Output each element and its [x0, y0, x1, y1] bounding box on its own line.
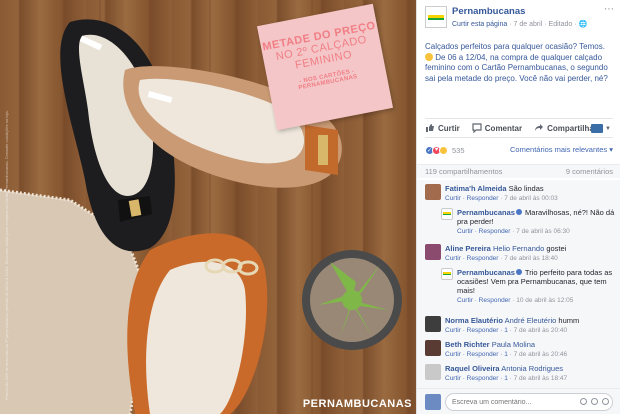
- post-text-part2: De 06 a 12/04, na compra de qualquer cal…: [425, 52, 608, 83]
- comment-label: Comentar: [484, 123, 523, 133]
- promo-disclaimer: Promoção 50% de desconto na 2ª peça váli…: [4, 110, 9, 400]
- comment-actions[interactable]: Curtir · Responder: [457, 297, 510, 304]
- avatar[interactable]: [441, 268, 453, 280]
- comment-text: São lindas: [508, 184, 544, 193]
- commenter-name[interactable]: Aline Pereira: [445, 244, 491, 253]
- post-meta: Curtir esta página · 7 de abril · Editad…: [452, 21, 588, 28]
- post-text-part1: Calçados perfeitos para qualquer ocasião…: [425, 42, 605, 51]
- comment-actions[interactable]: Curtir · Responder · 1: [445, 375, 508, 382]
- verified-badge-icon: [515, 269, 522, 275]
- tagged-user[interactable]: Helio Fernando: [493, 244, 544, 253]
- comment-time[interactable]: 7 de abril às 18:47: [514, 375, 567, 382]
- more-options-icon[interactable]: ⋯: [604, 4, 614, 15]
- share-button[interactable]: Compartilhar: [534, 123, 597, 133]
- brand-watermark: PERNAMBUCANAS: [302, 398, 412, 410]
- tagged-user[interactable]: Paula Molina: [492, 340, 535, 349]
- post-header: Pernambucanas Curtir esta página · 7 de …: [417, 0, 620, 34]
- comments-list: Fatima'h Almeida São lindas Curtir · Res…: [417, 180, 620, 414]
- comment-time[interactable]: 7 de abril às 18:40: [504, 255, 557, 262]
- current-user-avatar: [425, 394, 441, 410]
- comment-text: gostei: [546, 244, 567, 253]
- like-button[interactable]: Curtir: [425, 123, 460, 133]
- comment-actions[interactable]: Curtir · Responder: [457, 228, 510, 235]
- comment-actions[interactable]: Curtir · Responder · 1: [445, 351, 508, 358]
- succulent-plant: [302, 250, 402, 350]
- comment-time[interactable]: 7 de abril às 06:30: [516, 228, 569, 235]
- wow-reaction-icon: [439, 145, 448, 155]
- commenter-name[interactable]: Beth Richter: [445, 340, 490, 349]
- comment-actions[interactable]: Curtir · Responder · 1: [445, 327, 508, 334]
- emoji-icon[interactable]: [580, 398, 587, 405]
- tagged-user[interactable]: André Eleutério: [505, 316, 557, 325]
- share-icon: [535, 124, 544, 131]
- comment-time[interactable]: 7 de abril às 20:46: [514, 351, 567, 358]
- comment-time[interactable]: 7 de abril às 00:03: [504, 195, 557, 202]
- orange-flat-shoe: [127, 233, 268, 414]
- camera-icon[interactable]: [591, 398, 598, 405]
- avatar[interactable]: [425, 340, 441, 356]
- globe-icon: 🌐: [578, 21, 588, 28]
- comment-icon: [472, 123, 482, 133]
- post-panel: Pernambucanas Curtir esta página · 7 de …: [416, 0, 620, 414]
- shares-count[interactable]: 119 compartilhamentos: [425, 167, 502, 176]
- edited-label[interactable]: Editado: [549, 21, 573, 28]
- page-avatar[interactable]: [425, 6, 447, 28]
- thumbs-up-icon: [426, 124, 434, 132]
- comment-text: humm: [558, 316, 580, 325]
- comment-time[interactable]: 10 de abril às 12:05: [516, 297, 573, 304]
- post-date[interactable]: 7 de abril: [514, 21, 543, 28]
- composer-icons: [580, 398, 609, 405]
- comment-actions[interactable]: Curtir · Responder: [445, 195, 498, 202]
- commenter-name[interactable]: Pernambucanas: [457, 268, 515, 277]
- page-name-link[interactable]: Pernambucanas: [452, 6, 525, 17]
- verified-badge-icon: [515, 209, 522, 215]
- avatar[interactable]: [441, 208, 453, 220]
- share-label: Compartilhar: [547, 123, 597, 133]
- comment-actions[interactable]: Curtir · Responder: [445, 255, 498, 262]
- post-actions-bar: Curtir Comentar Compartilhar ▼: [425, 118, 613, 138]
- avatar[interactable]: [425, 184, 441, 200]
- post-text: Calçados perfeitos para qualquer ocasião…: [417, 34, 620, 106]
- promo-sticky-note: METADE DO PREÇO NO 2º CALÇADO FEMININO -…: [256, 3, 394, 131]
- commenter-name[interactable]: Raquel Oliveira: [445, 364, 500, 373]
- comment-button[interactable]: Comentar: [472, 123, 522, 133]
- reactions-summary[interactable]: ✓ ♥ 535 Comentários mais relevantes ▾: [425, 143, 613, 157]
- avatar[interactable]: [425, 316, 441, 332]
- gif-icon[interactable]: [602, 398, 609, 405]
- shares-row: 119 compartilhamentos 9 comentários: [417, 164, 620, 178]
- share-as-page-selector[interactable]: ▼: [591, 124, 611, 133]
- follow-page-link[interactable]: Curtir esta página: [452, 21, 507, 28]
- reaction-count[interactable]: 535: [452, 146, 465, 155]
- tagged-user[interactable]: Antonia Rodrigues: [501, 364, 563, 373]
- like-label: Curtir: [438, 123, 460, 133]
- post-photo[interactable]: Promoção 50% de desconto na 2ª peça váli…: [0, 0, 416, 414]
- comments-sort-dropdown[interactable]: Comentários mais relevantes ▾: [510, 145, 613, 154]
- chevron-down-icon: ▼: [605, 125, 611, 132]
- comments-count[interactable]: 9 comentários: [566, 167, 613, 176]
- commenter-name[interactable]: Pernambucanas: [457, 208, 515, 217]
- avatar[interactable]: [425, 244, 441, 260]
- commenter-name[interactable]: Fatima'h Almeida: [445, 184, 507, 193]
- comment-time[interactable]: 7 de abril às 20:40: [514, 327, 567, 334]
- comment-composer: [417, 388, 620, 414]
- smiley-emoji-icon: [425, 52, 433, 61]
- page-picture-icon: [591, 124, 604, 133]
- commenter-name[interactable]: Norma Elautério: [445, 316, 503, 325]
- avatar[interactable]: [425, 364, 441, 380]
